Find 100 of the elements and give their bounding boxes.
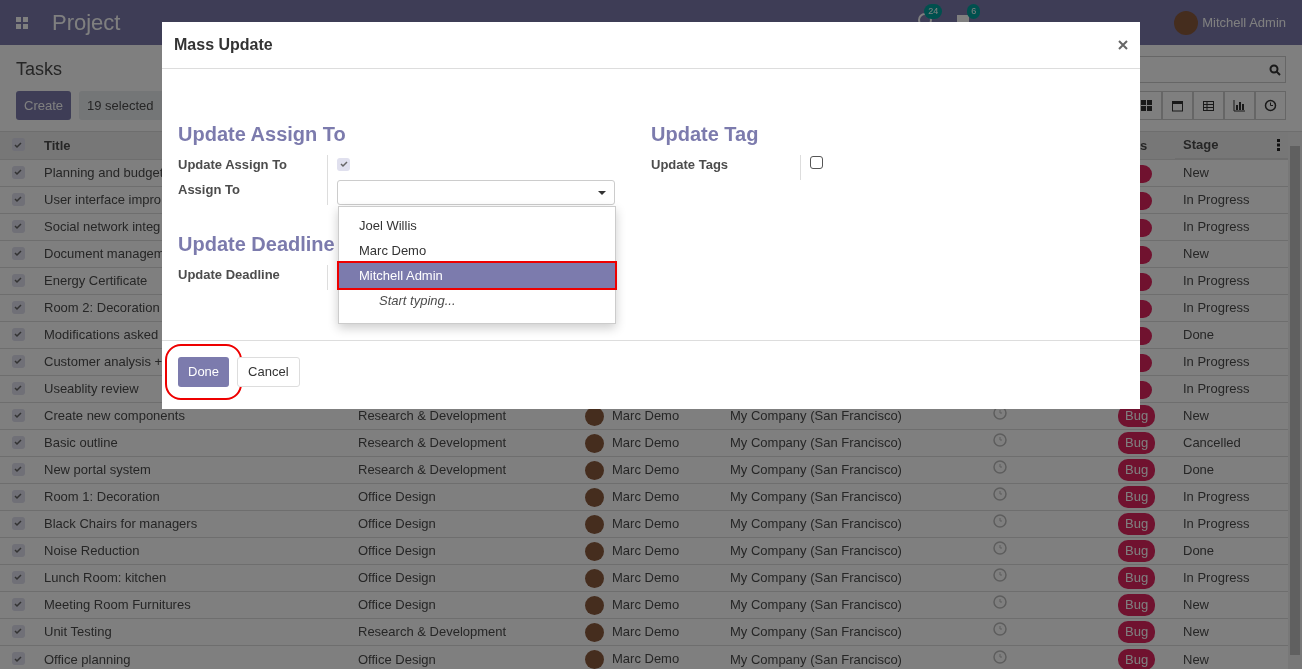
dialog-title: Mass Update [174, 35, 273, 55]
checkbox[interactable] [11, 273, 25, 287]
user-avatar [585, 623, 604, 643]
task-title: Room 2: Decoration [44, 300, 160, 316]
tag-badge: Bug [1118, 540, 1156, 562]
user-avatar [585, 569, 604, 589]
task-title: New portal system [44, 462, 151, 478]
cancel-button[interactable]: Cancel [237, 357, 300, 387]
assignee-name: Marc Demo [612, 407, 680, 423]
checkbox[interactable] [11, 570, 25, 584]
checkbox[interactable] [11, 516, 25, 530]
column-header[interactable]: Title [44, 137, 71, 153]
stage-name: In Progress [1183, 489, 1250, 505]
checkbox[interactable] [11, 219, 25, 233]
checkbox[interactable] [11, 652, 25, 665]
list-icon[interactable] [1202, 99, 1215, 112]
stage-name: New [1183, 246, 1209, 262]
assignee-name: Marc Demo [612, 488, 680, 504]
checkbox[interactable] [11, 489, 25, 503]
field-label: Update Tags [651, 156, 729, 174]
task-title: Energy Certificate [44, 273, 148, 289]
task-title: User interface impro [44, 192, 162, 208]
field-label: Update Assign To [178, 156, 288, 174]
section-heading: Update Assign To [178, 122, 346, 147]
field-label: Update Deadline [178, 266, 280, 284]
scrollbar[interactable] [1288, 132, 1302, 669]
stage-name: In Progress [1183, 381, 1250, 397]
checkbox[interactable] [11, 543, 25, 557]
checkbox[interactable] [11, 138, 25, 152]
task-title: Planning and budget [44, 165, 164, 181]
checkbox[interactable] [11, 462, 25, 476]
checkmark-icon [13, 329, 23, 340]
stage-name: In Progress [1183, 192, 1250, 208]
checkbox[interactable] [11, 624, 25, 638]
kanban-icon[interactable] [1140, 99, 1153, 112]
close-icon[interactable] [1118, 40, 1128, 50]
clock-icon[interactable] [1264, 99, 1277, 112]
stage-name: In Progress [1183, 273, 1250, 289]
company-name: My Company (San Francisco) [730, 462, 902, 478]
assignee-name: Marc Demo [612, 651, 680, 667]
checkmark-icon [13, 194, 23, 205]
dropdown-option[interactable]: Mitchell Admin [339, 263, 615, 288]
company-name: My Company (San Francisco) [730, 516, 902, 532]
task-title: Black Chairs for managers [44, 516, 198, 532]
create-button[interactable]: Create [16, 91, 72, 120]
project-name: Office Design [358, 597, 436, 613]
checkmark-icon [13, 139, 23, 150]
company-name: My Company (San Francisco) [730, 543, 902, 559]
project-name: Research & Development [358, 624, 507, 640]
dropdown-option[interactable]: Marc Demo [339, 238, 615, 263]
checkmark-icon [13, 653, 23, 664]
assignee-name: Marc Demo [612, 623, 680, 639]
checkbox[interactable] [11, 381, 25, 395]
checkmark-icon [13, 545, 23, 556]
checkmark-icon [13, 248, 23, 259]
clock-icon[interactable] [993, 406, 1007, 421]
options-icon[interactable] [1277, 139, 1280, 151]
assignee-name: Marc Demo [612, 515, 680, 531]
checkmark-icon [13, 518, 23, 529]
checkbox[interactable] [11, 192, 25, 206]
task-title: Useablity review [44, 381, 139, 397]
tag-badge: Bug [1118, 621, 1156, 643]
task-title: Office planning [44, 651, 131, 667]
checkbox[interactable] [11, 300, 25, 314]
tag-badge: Bug [1118, 567, 1156, 589]
breadcrumb-title: Tasks [16, 58, 62, 81]
tag-badge: Bug [1118, 513, 1156, 535]
done-button[interactable]: Done [178, 357, 230, 387]
tag-badge: Bug [1118, 432, 1156, 454]
checkbox[interactable] [11, 435, 25, 449]
task-title: Customer analysis + [44, 354, 163, 370]
bar-chart-icon[interactable] [1233, 99, 1246, 112]
caret-icon [598, 190, 606, 195]
user-menu[interactable]: Mitchell Admin [1202, 12, 1286, 33]
checkmark-icon [13, 464, 23, 475]
checkbox[interactable] [11, 327, 25, 341]
column-header[interactable]: s [1140, 137, 1148, 153]
app-title[interactable]: Project [52, 6, 121, 39]
stage-name: New [1183, 597, 1209, 613]
dropdown-option[interactable]: Joel Willis [339, 213, 615, 238]
calendar-icon[interactable] [1171, 99, 1184, 112]
stage-name: New [1183, 651, 1209, 667]
checkbox[interactable] [11, 597, 25, 611]
search-hint[interactable]: Start typing... [339, 288, 615, 313]
project-name: Office Design [358, 489, 436, 505]
checkbox[interactable] [11, 354, 25, 368]
task-title: Create new components [44, 408, 185, 424]
checkbox[interactable] [810, 156, 823, 169]
stage-name: Done [1183, 543, 1215, 559]
checkbox[interactable] [337, 157, 350, 171]
checkbox[interactable] [11, 165, 25, 179]
checkmark-icon [13, 275, 23, 286]
user-avatar [585, 434, 604, 454]
task-title: Social network integ [44, 219, 161, 235]
tag-badge: Bug [1118, 594, 1156, 616]
section-heading: Update Tag [651, 122, 759, 147]
apps-icon[interactable] [16, 16, 28, 29]
checkbox[interactable] [11, 408, 25, 422]
task-title: Lunch Room: kitchen [44, 570, 167, 586]
checkbox[interactable] [11, 246, 25, 260]
